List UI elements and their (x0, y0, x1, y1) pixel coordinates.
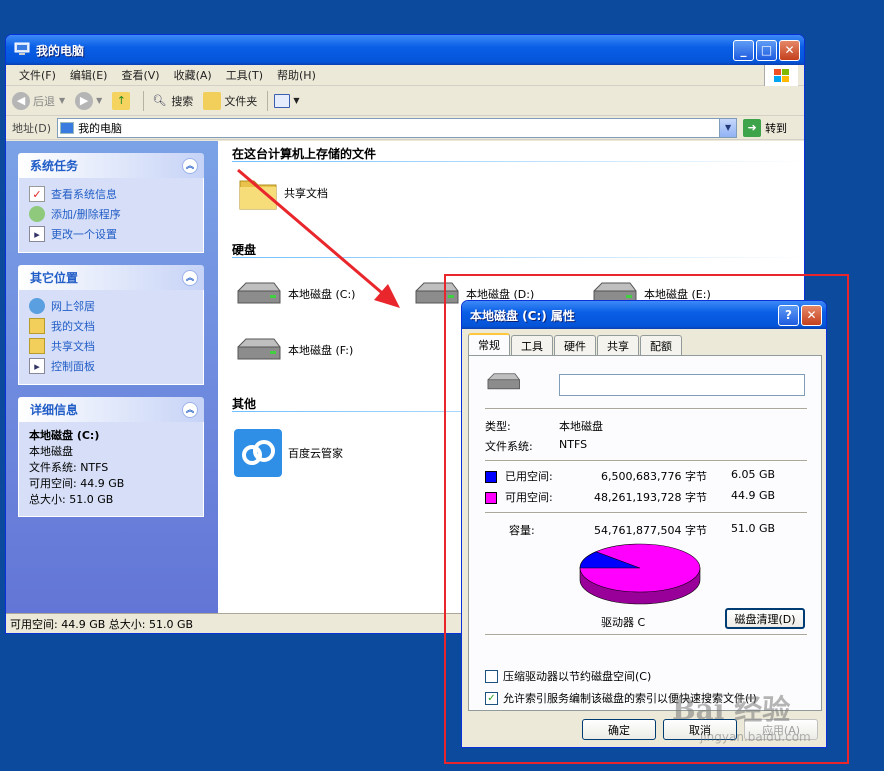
watermark-logo: Bai 经验 (672, 693, 791, 726)
watermark-url: jingyan.baidu.com (700, 730, 811, 744)
